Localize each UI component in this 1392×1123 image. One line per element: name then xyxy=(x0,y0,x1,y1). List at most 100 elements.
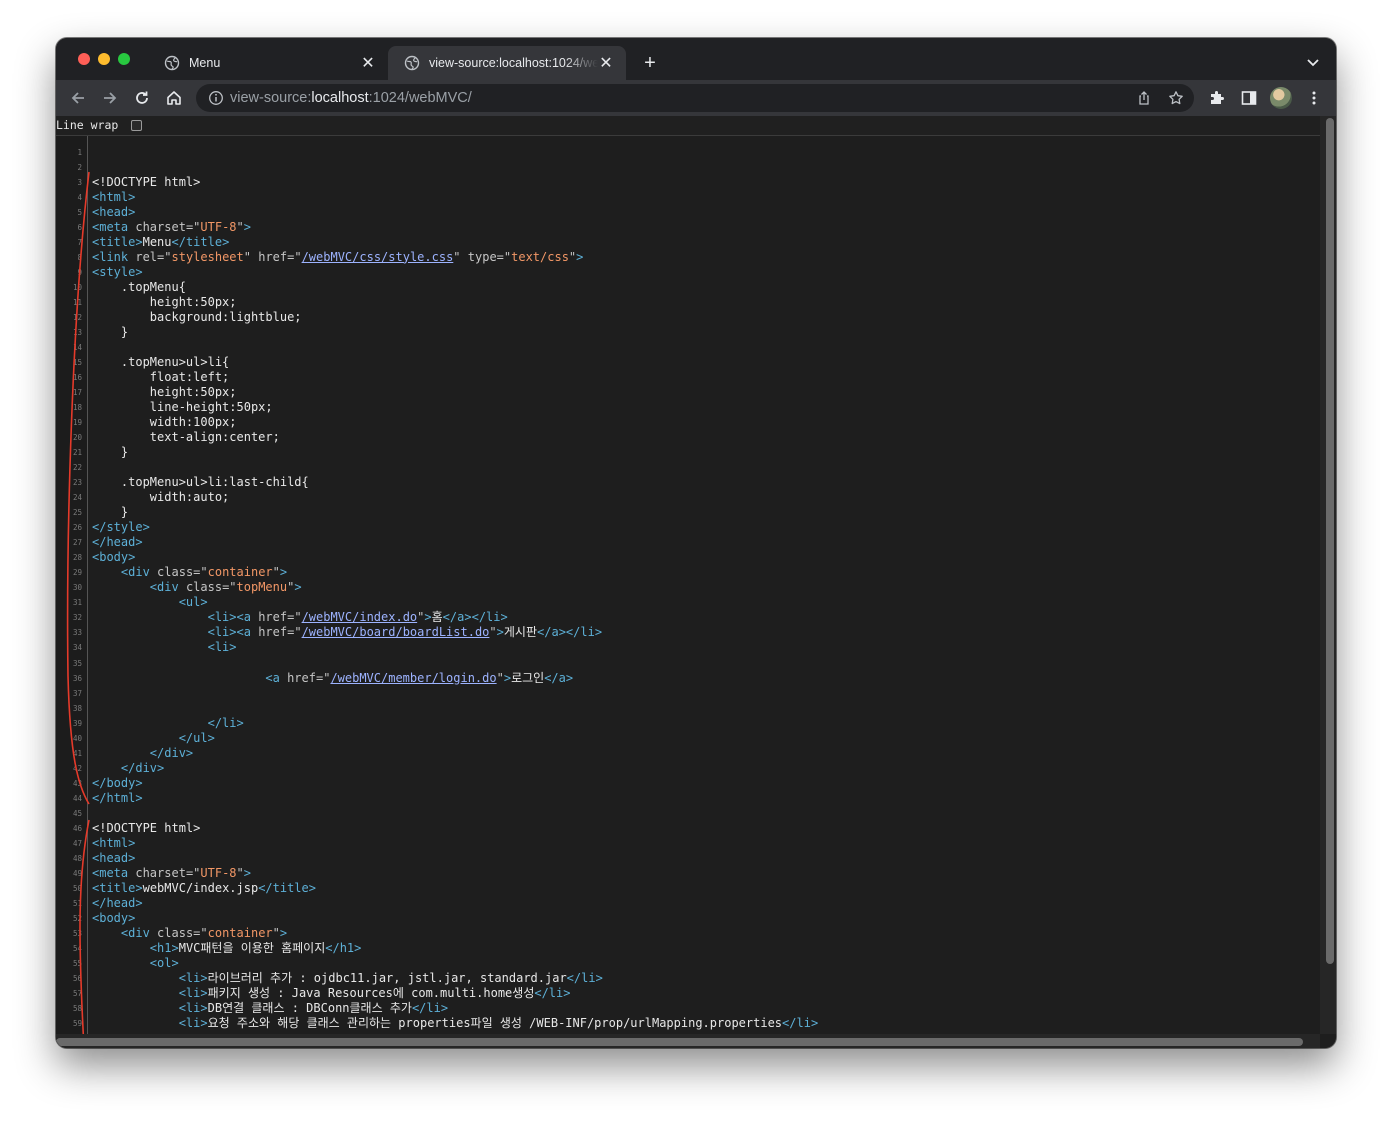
browser-window: Menu ✕ view-source:localhost:1024/webMVC… xyxy=(56,38,1336,1048)
source-line: <li>DB연결 클래스 : DBConn클래스 추가</li> xyxy=(178,1000,449,1015)
globe-icon xyxy=(164,55,180,71)
avatar xyxy=(1270,87,1292,109)
kebab-menu-icon xyxy=(1312,91,1316,105)
source-line: <title>webMVC/index.jsp</title> xyxy=(92,880,316,895)
source-line: </head> xyxy=(92,895,143,910)
line-wrap-checkbox[interactable] xyxy=(131,120,142,131)
source-line: <div class="container"> xyxy=(120,925,288,940)
source-line: <html> xyxy=(92,189,136,204)
globe-icon xyxy=(404,55,420,71)
source-line: line-height:50px; xyxy=(92,399,273,414)
vertical-scrollbar[interactable] xyxy=(1320,116,1336,1034)
toolbar: view-source:localhost:1024/webMVC/ xyxy=(56,80,1336,116)
forward-button[interactable] xyxy=(98,86,122,110)
new-tab-button[interactable]: + xyxy=(638,51,662,75)
horizontal-scroll-thumb[interactable] xyxy=(56,1038,1303,1046)
vertical-scroll-thumb[interactable] xyxy=(1326,118,1334,964)
source-line: text-align:center; xyxy=(92,429,280,444)
source-line: </body> xyxy=(92,775,143,790)
arrow-left-icon xyxy=(71,92,84,104)
source-line: width:100px; xyxy=(92,414,237,429)
close-icon[interactable]: ✕ xyxy=(598,55,614,72)
source-line: <meta charset="UTF-8"> xyxy=(92,865,251,880)
source-line: } xyxy=(92,324,129,339)
back-button[interactable] xyxy=(66,86,90,110)
source-line: <head> xyxy=(92,850,136,865)
source-line: <style> xyxy=(92,264,143,279)
source-line: <li><a href="/webMVC/board/boardList.do"… xyxy=(207,624,603,639)
puzzle-icon xyxy=(1211,91,1224,104)
horizontal-scrollbar[interactable] xyxy=(56,1034,1320,1048)
tab-menu[interactable]: Menu ✕ xyxy=(148,46,388,80)
url-scheme: view-source: xyxy=(230,90,312,106)
tab-title: Menu xyxy=(189,56,221,70)
browser-menu-button[interactable] xyxy=(1303,87,1325,109)
source-line: <title>Menu</title> xyxy=(92,234,230,249)
red-annotation-curve xyxy=(66,171,90,1048)
source-line: </div> xyxy=(120,760,165,775)
source-code: <!DOCTYPE html> <html> <head> <meta charset… xyxy=(92,136,1317,1048)
url-text[interactable]: view-source:localhost:1024/webMVC/ xyxy=(230,90,472,106)
source-line: .topMenu>ul>li{ xyxy=(92,354,230,369)
source-line: } xyxy=(92,444,129,459)
line-wrap-bar: Line wrap xyxy=(56,116,1320,136)
source-line: <li><a href="/webMVC/index.do">홈</a></li… xyxy=(207,609,508,624)
source-line: <html> xyxy=(92,835,136,850)
address-bar[interactable]: view-source:localhost:1024/webMVC/ xyxy=(196,84,1194,112)
side-panel-icon xyxy=(1241,91,1257,105)
view-source-page: Line wrap 1 2 3 4 5 6 7 8 9 10 11 12 13 14 15 16 17 18 19 2… xyxy=(56,116,1336,1048)
source-line: <li>패키지 생성 : Java Resources에 com.multi.h… xyxy=(178,985,571,1000)
source-line: </div> xyxy=(149,745,194,760)
source-line: </head> xyxy=(92,534,143,549)
window-minimize-button[interactable] xyxy=(98,53,110,65)
tab-view-source[interactable]: view-source:localhost:1024/webMVC/ ✕ xyxy=(388,46,626,80)
source-line: </style> xyxy=(92,519,150,534)
close-icon[interactable]: ✕ xyxy=(360,55,376,72)
source-line: height:50px; xyxy=(92,384,237,399)
source-line: <div class="container"> xyxy=(120,564,288,579)
tab-strip: Menu ✕ view-source:localhost:1024/webMVC… xyxy=(56,38,1336,80)
source-line: <!DOCTYPE html> xyxy=(92,820,201,835)
profile-button[interactable] xyxy=(1270,87,1292,109)
side-panel-button[interactable] xyxy=(1238,87,1260,109)
source-line: <li> xyxy=(207,639,237,654)
source-line: <!DOCTYPE html> xyxy=(92,174,201,189)
source-line: <ol> xyxy=(149,955,179,970)
source-line: .topMenu{ xyxy=(92,279,186,294)
url-path: :1024/webMVC/ xyxy=(368,90,472,106)
source-line: <body> xyxy=(92,549,136,564)
bookmark-star-icon[interactable] xyxy=(1168,90,1184,106)
source-line: <link rel="stylesheet" href="/webMVC/css… xyxy=(92,249,584,264)
chevron-down-icon[interactable] xyxy=(1302,51,1324,73)
source-line: .topMenu>ul>li:last-child{ xyxy=(92,474,309,489)
reload-button[interactable] xyxy=(130,86,154,110)
window-close-button[interactable] xyxy=(78,53,90,65)
source-line: <h1>MVC패턴을 이용한 홈페이지</h1> xyxy=(149,940,362,955)
source-line: <meta charset="UTF-8"> xyxy=(92,219,251,234)
arrow-right-icon xyxy=(104,92,117,104)
source-line: </ul> xyxy=(178,730,215,745)
tab-title: view-source:localhost:1024/webMVC/ xyxy=(429,56,598,70)
source-line: <li>라이브러리 추가 : ojdbc11.jar, jstl.jar, st… xyxy=(178,970,603,985)
info-icon[interactable] xyxy=(208,90,224,106)
source-line: </html> xyxy=(92,790,143,805)
source-line: <head> xyxy=(92,204,136,219)
home-icon xyxy=(167,91,181,105)
home-button[interactable] xyxy=(162,86,186,110)
source-line: <a href="/webMVC/member/login.do">로그인</a… xyxy=(265,670,574,685)
url-host: localhost xyxy=(311,90,369,106)
source-line: } xyxy=(92,504,129,519)
source-line: </li> xyxy=(207,715,244,730)
source-line: float:left; xyxy=(92,369,230,384)
source-line: height:50px; xyxy=(92,294,237,309)
source-line: <li>요청 주소와 해당 클래스 관리하는 properties파일 생성 /… xyxy=(178,1015,819,1030)
reload-icon xyxy=(136,91,148,104)
window-maximize-button[interactable] xyxy=(118,53,130,65)
source-line: width:auto; xyxy=(92,489,230,504)
source-line: <div class="topMenu"> xyxy=(149,579,302,594)
source-line: background:lightblue; xyxy=(92,309,302,324)
source-line: <body> xyxy=(92,910,136,925)
extensions-button[interactable] xyxy=(1206,87,1228,109)
source-line: <ul> xyxy=(178,594,208,609)
share-icon[interactable] xyxy=(1136,90,1152,106)
